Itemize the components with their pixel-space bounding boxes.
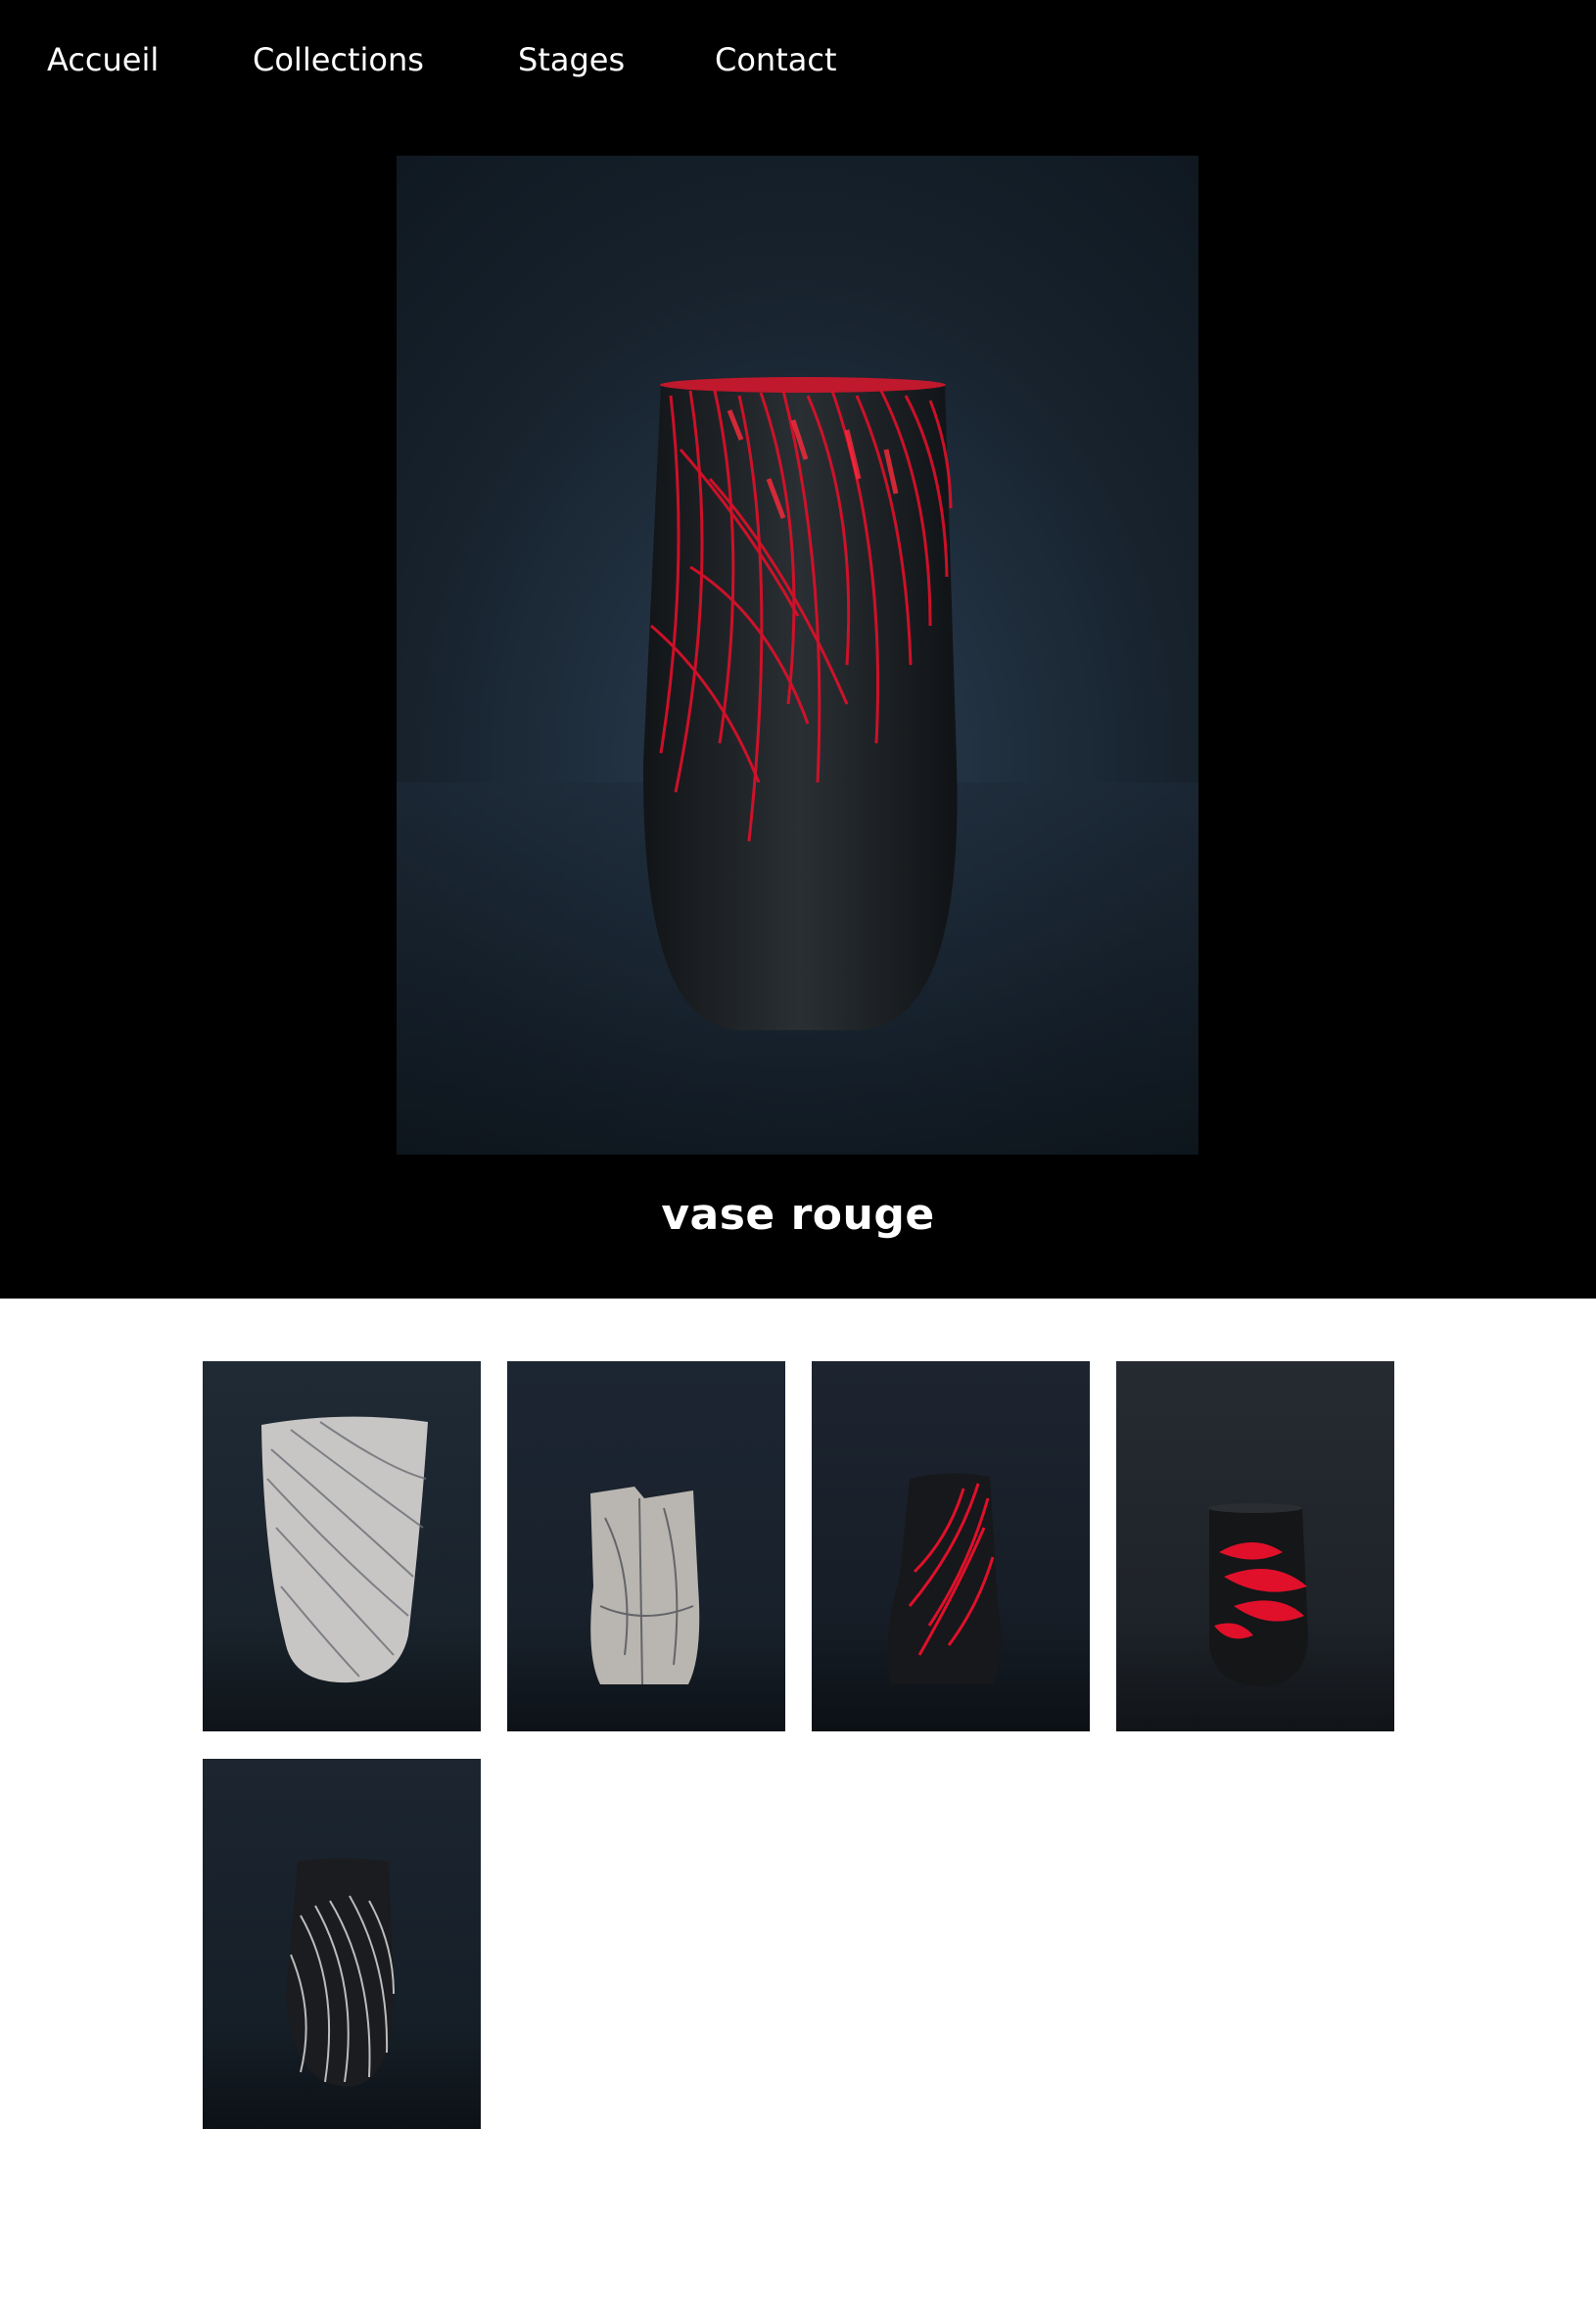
- nav-link-collections[interactable]: Collections: [253, 41, 424, 78]
- main-navigation: Accueil Collections Stages Contact: [0, 0, 1596, 125]
- gallery-thumbnail[interactable]: [203, 1759, 481, 2129]
- nav-link-stages[interactable]: Stages: [518, 41, 625, 78]
- nav-link-contact[interactable]: Contact: [715, 41, 837, 78]
- hero-section: Accueil Collections Stages Contact vase …: [0, 0, 1596, 1299]
- gallery-thumbnail[interactable]: [812, 1361, 1090, 1731]
- nav-link-accueil[interactable]: Accueil: [47, 41, 159, 78]
- gallery-thumbnail[interactable]: [1116, 1361, 1394, 1731]
- gallery-thumbnail[interactable]: [203, 1361, 481, 1731]
- artwork-title: vase rouge: [661, 1190, 935, 1240]
- gallery-thumbnail[interactable]: [507, 1361, 785, 1731]
- featured-artwork-image: [397, 156, 1198, 1155]
